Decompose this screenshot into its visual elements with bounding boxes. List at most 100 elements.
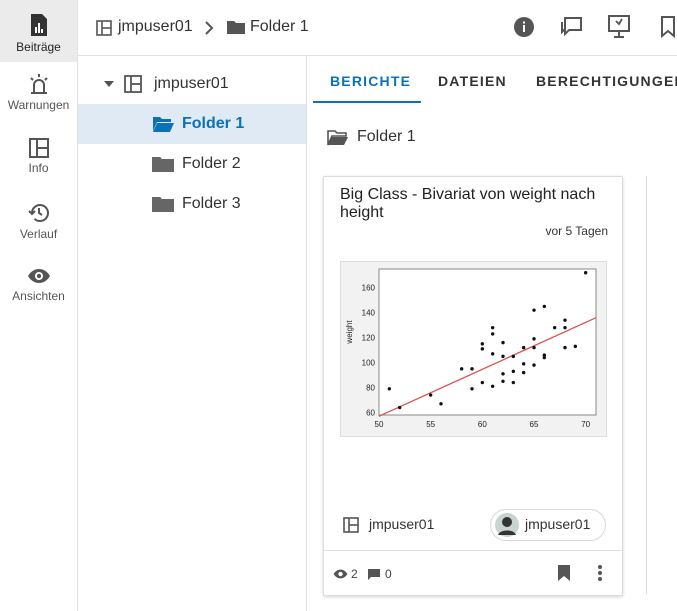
comment-count: 0	[385, 567, 392, 581]
presentation-icon[interactable]	[607, 14, 631, 40]
data-point	[480, 342, 485, 346]
view-count: 2	[351, 567, 358, 581]
comments-icon[interactable]	[560, 15, 584, 39]
author-chip[interactable]: jmpuser01	[490, 509, 606, 541]
data-point	[397, 405, 402, 410]
data-point	[470, 387, 474, 391]
tree-item-folder-2[interactable]: Folder 2	[78, 144, 306, 184]
top-bar: jmpuser01 Folder 1	[78, 0, 677, 56]
active-tab-indicator	[313, 101, 421, 103]
rail-item-ansichten[interactable]: Ansichten	[0, 265, 77, 303]
y-tick-label: 60	[366, 409, 375, 418]
tab-berichte[interactable]: BERICHTE	[330, 73, 411, 89]
owner-workspace[interactable]: jmpuser01	[369, 516, 434, 532]
open-folder-icon	[327, 130, 348, 146]
rail-item-beitraege[interactable]: Beiträge	[0, 0, 77, 62]
data-point	[501, 372, 505, 376]
avatar	[495, 513, 519, 537]
tree-root[interactable]: jmpuser01	[78, 64, 306, 104]
author-name: jmpuser01	[525, 516, 591, 532]
history-icon	[27, 204, 49, 222]
rail-label-info: Info	[28, 161, 49, 175]
data-point	[439, 402, 443, 406]
workspace-icon	[343, 517, 359, 533]
data-point	[542, 355, 547, 360]
tree-label: Folder 2	[182, 155, 241, 172]
data-point	[521, 370, 526, 375]
workspace-icon	[124, 75, 142, 93]
folder-icon	[152, 197, 174, 212]
comment-icon	[368, 569, 380, 580]
data-point	[490, 325, 495, 330]
data-point	[480, 380, 485, 385]
data-point	[387, 387, 392, 391]
folder-icon	[152, 157, 174, 172]
plot-area	[378, 268, 597, 416]
x-tick-label: 50	[375, 420, 384, 429]
folder-tree: jmpuser01 Folder 1 Folder 2 Folder 3	[78, 56, 307, 611]
data-point	[428, 393, 433, 397]
tree-label: Folder 1	[182, 115, 245, 132]
report-thumbnail[interactable]: weight 50 55 60 65 70 60 80 100 120 140 160	[340, 261, 607, 437]
breadcrumb-root[interactable]: jmpuser01	[118, 18, 193, 36]
y-tick-label: 160	[362, 284, 376, 293]
rail-item-verlauf[interactable]: Verlauf	[0, 201, 77, 241]
report-time: vor 5 Tagen	[545, 224, 609, 238]
data-point	[532, 308, 536, 312]
data-point	[459, 367, 464, 371]
x-tick-label: 65	[530, 420, 539, 429]
data-point	[573, 344, 578, 349]
data-point	[501, 379, 505, 384]
data-point	[490, 332, 495, 336]
more-vert-icon[interactable]	[597, 564, 603, 582]
bookmark-icon[interactable]	[660, 16, 676, 38]
main-panel: BERICHTE DATEIEN BERECHTIGUNGEN Folder 1…	[307, 56, 677, 611]
data-point	[583, 271, 588, 275]
rail-item-warnungen[interactable]: Warnungen	[0, 72, 77, 112]
rail-label-beitraege: Beiträge	[16, 40, 61, 54]
report-title[interactable]: Big Class - Bivariat von weight nach hei…	[340, 186, 610, 222]
card-footer: 2 0	[324, 550, 622, 595]
data-point	[521, 345, 526, 350]
y-tick-label: 100	[362, 359, 376, 368]
data-point	[532, 345, 536, 350]
scatter-chart: weight 50 55 60 65 70 60 80 100 120 140 160	[345, 268, 597, 429]
tab-dateien[interactable]: DATEIEN	[438, 73, 507, 89]
open-folder-icon	[153, 117, 174, 132]
post-icon	[30, 14, 47, 36]
workspace-icon	[96, 20, 112, 36]
eye-icon	[27, 269, 50, 283]
tree-label: Folder 3	[182, 195, 241, 212]
x-tick-label: 60	[478, 420, 487, 429]
folder-icon	[227, 21, 245, 34]
next-card-edge	[646, 176, 677, 594]
alarm-icon	[29, 74, 48, 94]
info-panel-icon	[28, 138, 49, 158]
rail-label-warnungen: Warnungen	[7, 98, 70, 112]
rail-item-info[interactable]: Info	[0, 137, 77, 175]
data-point	[501, 354, 505, 359]
data-point	[501, 340, 505, 345]
data-point	[511, 354, 516, 359]
bookmark-icon[interactable]	[557, 564, 571, 582]
data-point	[511, 380, 516, 385]
nav-rail: Beiträge Warnungen Info Verlauf Ansichte…	[0, 0, 78, 611]
x-tick-label: 55	[426, 420, 435, 429]
y-tick-label: 80	[366, 384, 375, 393]
tab-berechtigungen[interactable]: BERECHTIGUNGEN	[536, 73, 677, 89]
tree-item-folder-3[interactable]: Folder 3	[78, 184, 306, 224]
data-point	[532, 363, 536, 367]
data-point	[552, 325, 557, 330]
data-point	[563, 325, 567, 330]
data-point	[490, 384, 495, 388]
expand-arrow-icon	[104, 81, 114, 87]
data-point	[470, 367, 474, 371]
data-point	[563, 318, 567, 322]
info-icon[interactable]	[513, 16, 535, 38]
tree-item-folder-1[interactable]: Folder 1	[78, 104, 306, 144]
chevron-right-icon	[205, 21, 214, 35]
report-card[interactable]: Big Class - Bivariat von weight nach hei…	[323, 176, 623, 596]
rail-label-verlauf: Verlauf	[19, 227, 58, 241]
data-point	[563, 345, 567, 350]
y-tick-label: 120	[362, 334, 376, 343]
